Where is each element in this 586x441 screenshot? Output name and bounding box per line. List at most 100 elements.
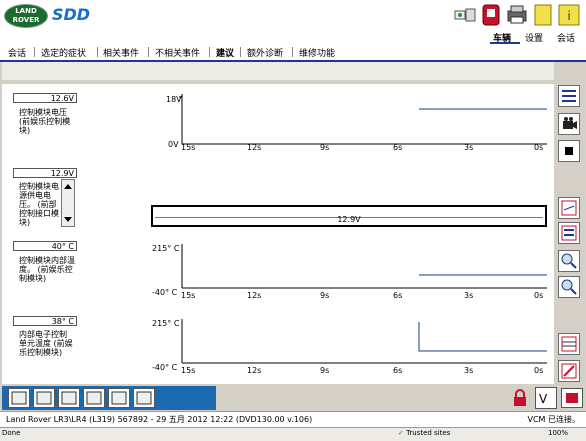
zoom-out-button[interactable] [558, 276, 580, 298]
graph4-label: 内部电子控制单元温度 (前娱乐控制模块) [19, 330, 73, 357]
stop-icon [565, 147, 573, 155]
right-toolbar [556, 84, 584, 384]
tab-bar: 会话 选定的症状 相关事件 不相关事件 建议 额外诊断 维修功能 [0, 44, 586, 62]
tab-separator [209, 47, 210, 57]
nav-session[interactable]: 会话 [557, 31, 575, 44]
tab-selected-symptoms[interactable]: 选定的症状 [41, 46, 86, 59]
zoom-level[interactable]: 100% [548, 429, 568, 437]
edit-button[interactable] [558, 360, 580, 382]
vci-icon[interactable] [480, 3, 502, 27]
parameter-list-icon [561, 225, 577, 241]
tools-icon [61, 391, 77, 405]
graph1-label: 控制模块电压 (前娱乐控制模块) [19, 108, 71, 135]
table-icon [561, 336, 577, 352]
lock-icon[interactable] [512, 389, 528, 407]
graph4-ymax: 215° C [152, 319, 180, 328]
browser-status-bar: Done ✓ Trusted sites 100% [0, 427, 586, 441]
tools-button[interactable] [58, 388, 80, 408]
zoom-in-button[interactable] [558, 250, 580, 272]
links-button[interactable] [133, 388, 155, 408]
dtc-button[interactable] [83, 388, 105, 408]
graph4-trace [418, 322, 547, 352]
graph1-x-tick: 12s [247, 143, 262, 152]
graph1-ymin: 0V [168, 140, 179, 149]
graph1-x-tick: 3s [464, 143, 474, 152]
tab-session[interactable]: 会话 [8, 46, 26, 59]
graph2-scrollbar[interactable] [61, 179, 75, 227]
graph3-x-tick: 6s [393, 291, 403, 300]
trusted-sites-zone: ✓ Trusted sites [398, 429, 451, 437]
tab-repair-functions[interactable]: 维修功能 [299, 46, 335, 59]
table-view-button[interactable] [558, 333, 580, 355]
list-view-button[interactable] [558, 85, 580, 107]
graph4-x-tick: 9s [320, 366, 330, 375]
help-icon[interactable]: i [556, 3, 582, 27]
graph3-chart [181, 244, 547, 289]
datalogger-button[interactable] [108, 388, 130, 408]
land-rover-logo: LAND ROVER [4, 4, 48, 28]
vehicle-info: Land Rover LR3\LR4 (L319) 567892 - 29 五月… [6, 415, 313, 424]
graph4-x-tick: 12s [247, 366, 262, 375]
tab-extra-diagnostics[interactable]: 额外诊断 [247, 46, 283, 59]
graph1-value: 12.6V [13, 93, 77, 103]
graph3-label: 控制模块内部温度。 (前娱乐控制模块) [19, 256, 75, 283]
graph2-value-bar: 12.9V [151, 205, 547, 227]
tab-separator [148, 47, 149, 57]
nav-settings[interactable]: 设置 [525, 31, 543, 44]
browser-status-text: Done [2, 429, 21, 437]
vci-status-icon[interactable] [561, 388, 583, 408]
svg-text:V: V [539, 392, 548, 406]
record-button[interactable] [558, 113, 580, 135]
graph3-x-tick: 9s [320, 291, 330, 300]
graph1-x-tick: 0s [534, 143, 544, 152]
graph2-label: 控制模块电源供电电压。 (前部控制接口模块) [19, 182, 59, 227]
links-icon [136, 391, 152, 405]
graph3-ymin: -40° C [152, 288, 178, 297]
module-button[interactable] [8, 388, 30, 408]
save-graph-button[interactable] [558, 197, 580, 219]
tab-separator [240, 47, 241, 57]
graph3-x-tick: 12s [247, 291, 262, 300]
network-map-icon [36, 391, 52, 405]
tab-separator [34, 47, 35, 57]
graph4-value: 38° C [13, 316, 77, 326]
tab-recommendations[interactable]: 建议 [216, 46, 234, 59]
scroll-down-icon[interactable] [64, 217, 72, 222]
tab-unrelated-events[interactable]: 不相关事件 [155, 46, 200, 59]
graph4-x-tick: 15s [181, 366, 196, 375]
check-icon: ✓ [398, 429, 404, 437]
notes-icon[interactable] [533, 3, 553, 27]
printer-icon[interactable] [505, 3, 529, 27]
scroll-up-icon[interactable] [64, 184, 72, 189]
parameter-list-button[interactable] [558, 222, 580, 244]
module-icon [11, 391, 27, 405]
graph1-chart [179, 94, 547, 145]
status-bar: Land Rover LR3\LR4 (L319) 567892 - 29 五月… [0, 411, 586, 428]
graph2-highlight: 12.9V [337, 215, 361, 224]
app-header: LAND ROVER SDD i [0, 0, 586, 30]
camera-icon [563, 117, 577, 129]
network-map-button[interactable] [33, 388, 55, 408]
tab-related-events[interactable]: 相关事件 [103, 46, 139, 59]
graph3-x-tick: 3s [464, 291, 474, 300]
graph1-x-tick: 9s [320, 143, 330, 152]
edit-icon [561, 363, 577, 379]
graph1-ymax: 18V [166, 95, 182, 104]
stop-button[interactable] [558, 140, 580, 162]
graph2-value: 12.9V [13, 168, 77, 178]
graph4-x-tick: 0s [534, 366, 544, 375]
network-icon[interactable] [452, 3, 478, 27]
graph3-x-tick: 0s [534, 291, 544, 300]
tab-separator [97, 47, 98, 57]
graph4-chart [181, 319, 547, 364]
graph3-ymax: 215° C [152, 244, 180, 253]
toolbar-strip [2, 62, 554, 80]
dtc-icon [86, 391, 102, 405]
tab-separator [292, 47, 293, 57]
battery-voltage-icon[interactable]: V [535, 387, 557, 409]
graph3-x-tick: 15s [181, 291, 196, 300]
product-name: SDD [52, 5, 91, 24]
list-icon [562, 90, 576, 102]
zoom-out-icon [561, 279, 577, 295]
bottom-toolbar: V [0, 385, 586, 411]
